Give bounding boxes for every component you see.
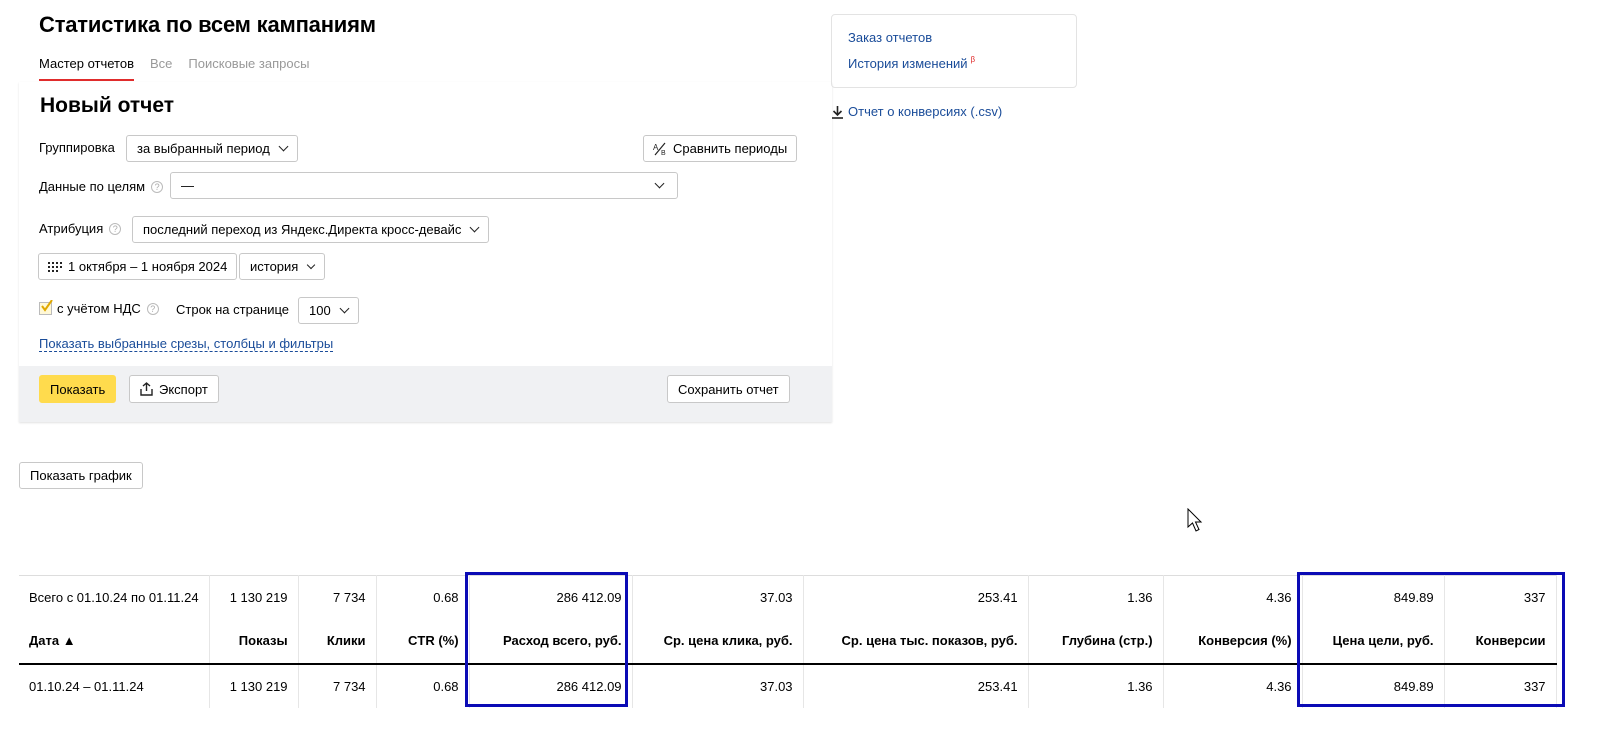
column-header[interactable]: Глубина (стр.) [1028, 618, 1164, 665]
compare-icon: A B [653, 142, 666, 156]
attribution-select[interactable]: последний переход из Яндекс.Директа крос… [132, 216, 490, 243]
export-button[interactable]: Экспорт [129, 375, 219, 403]
statistics-table: Всего с 01.10.24 по 01.11.24 1 130 219 7… [19, 575, 1557, 708]
check-icon [41, 300, 53, 312]
goals-select[interactable]: — [170, 172, 678, 199]
tab-report-master[interactable]: Мастер отчетов [39, 56, 134, 81]
total-cell: 1.36 [1028, 575, 1164, 619]
conversions-csv-download[interactable]: Отчет о конверсиях (.csv) [831, 104, 1002, 119]
total-cell: 286 412.09 [469, 575, 633, 619]
table-cell: 0.68 [376, 663, 470, 708]
chevron-down-icon [654, 178, 665, 189]
vat-label: с учётом НДС [57, 301, 141, 316]
column-header[interactable]: Ср. цена тыс. показов, руб. [803, 618, 1029, 665]
report-title: Новый отчет [40, 94, 175, 117]
goals-label-text: Данные по целям [39, 179, 146, 194]
table-cell: 253.41 [803, 663, 1029, 708]
compare-periods-button[interactable]: A B Сравнить периоды [643, 135, 798, 162]
goals-value: — [181, 178, 194, 193]
total-cell: 37.03 [632, 575, 804, 619]
date-range-value: 1 октября – 1 ноября 2024 [68, 259, 228, 274]
total-cell: Всего с 01.10.24 по 01.11.24 [19, 575, 210, 619]
export-label: Экспорт [159, 381, 208, 397]
compare-periods-label: Сравнить периоды [673, 141, 788, 156]
vat-checkbox[interactable] [39, 300, 53, 315]
tab-all[interactable]: Все [150, 56, 172, 81]
calendar-icon [48, 261, 62, 272]
column-header[interactable]: Конверсии [1444, 618, 1557, 665]
total-cell: 1 130 219 [209, 575, 299, 619]
rows-per-page-select[interactable]: 100 [298, 297, 359, 324]
table-cell: 849.89 [1302, 663, 1445, 708]
show-chart-button[interactable]: Показать график [19, 462, 143, 489]
side-links-box: Заказ отчетов История изменений β [831, 14, 1077, 88]
export-icon [140, 382, 153, 396]
chevron-down-icon [469, 222, 480, 233]
rows-per-page-value: 100 [309, 303, 331, 318]
rows-per-page-label: Строк на странице [176, 302, 290, 317]
table-total-row: Всего с 01.10.24 по 01.11.24 1 130 219 7… [19, 575, 1557, 619]
change-history-row: История изменений β [848, 55, 975, 71]
table-cell: 286 412.09 [469, 663, 633, 708]
report-builder-panel: Новый отчет Группировка за выбранный пер… [19, 82, 832, 422]
total-cell: 4.36 [1163, 575, 1303, 619]
table-cell: 1 130 219 [209, 663, 299, 708]
grouping-value: за выбранный период [137, 141, 270, 156]
help-icon[interactable]: ? [151, 181, 164, 193]
table-cell: 337 [1444, 663, 1557, 708]
conversions-csv-link[interactable]: Отчет о конверсиях (.csv) [848, 104, 1002, 119]
table-cell: 1.36 [1028, 663, 1164, 708]
beta-badge: β [970, 55, 976, 64]
order-reports-link[interactable]: Заказ отчетов [848, 30, 932, 45]
total-cell: 7 734 [298, 575, 377, 619]
save-report-button[interactable]: Сохранить отчет [667, 375, 790, 403]
table-cell: 4.36 [1163, 663, 1303, 708]
table-header-row: Дата ▲ Показы Клики CTR (%) Расход всего… [19, 618, 1557, 665]
column-header[interactable]: Клики [298, 618, 377, 665]
attribution-label-text: Атрибуция [39, 221, 104, 236]
column-header[interactable]: Ср. цена клика, руб. [632, 618, 804, 665]
page-title: Статистика по всем кампаниям [39, 12, 376, 37]
total-cell: 253.41 [803, 575, 1029, 619]
grouping-select[interactable]: за выбранный период [126, 135, 298, 162]
total-cell: 849.89 [1302, 575, 1445, 619]
vat-checkbox-row: с учётом НДС? [39, 300, 159, 316]
history-value: история [250, 259, 299, 274]
attribution-label: Атрибуция? [39, 221, 122, 236]
column-header[interactable]: Расход всего, руб. [469, 618, 633, 665]
tab-search-queries[interactable]: Поисковые запросы [188, 56, 309, 81]
mouse-cursor-icon [1187, 508, 1203, 532]
history-select[interactable]: история [239, 253, 326, 280]
report-action-bar: Показать Экспорт Сохранить отчет [19, 366, 832, 422]
download-icon [832, 105, 843, 119]
change-history-link[interactable]: История изменений [848, 56, 968, 71]
show-button[interactable]: Показать [39, 375, 117, 403]
column-header[interactable]: Показы [209, 618, 299, 665]
chevron-down-icon [339, 303, 350, 314]
goals-label: Данные по целям? [39, 179, 164, 194]
table-cell: 37.03 [632, 663, 804, 708]
table-cell: 7 734 [298, 663, 377, 708]
total-cell: 337 [1444, 575, 1557, 619]
column-header-date[interactable]: Дата ▲ [19, 618, 210, 665]
column-header[interactable]: Конверсия (%) [1163, 618, 1303, 665]
table-cell: 01.10.24 – 01.11.24 [19, 663, 210, 708]
attribution-value: последний переход из Яндекс.Директа крос… [143, 222, 462, 237]
chevron-down-icon [307, 260, 316, 269]
date-range-picker[interactable]: 1 октября – 1 ноября 2024 [38, 253, 238, 280]
table-row: 01.10.24 – 01.11.24 1 130 219 7 734 0.68… [19, 663, 1557, 708]
column-header[interactable]: CTR (%) [376, 618, 470, 665]
chevron-down-icon [278, 141, 289, 152]
help-icon[interactable]: ? [146, 302, 159, 315]
svg-text:B: B [661, 150, 666, 156]
grouping-label: Группировка [39, 140, 115, 155]
column-header[interactable]: Цена цели, руб. [1302, 618, 1445, 665]
show-filters-link[interactable]: Показать выбранные срезы, столбцы и филь… [39, 336, 334, 352]
help-icon[interactable]: ? [109, 223, 122, 235]
total-cell: 0.68 [376, 575, 470, 619]
report-tabs: Мастер отчетов Все Поисковые запросы [39, 56, 309, 81]
